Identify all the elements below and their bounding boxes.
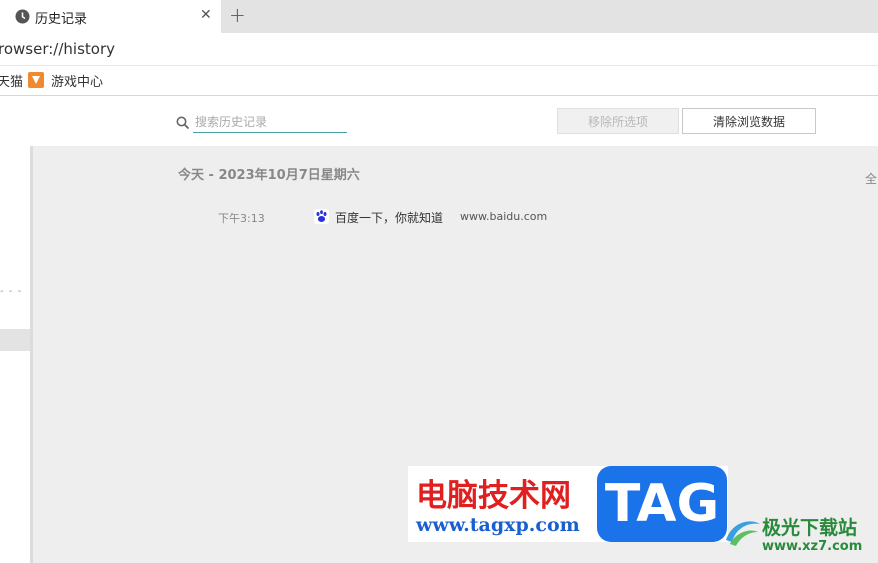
tab-history[interactable]: 历史记录 ✕ bbox=[0, 0, 221, 33]
watermark-tag-logo: TAG bbox=[597, 466, 727, 542]
visit-time: 下午3:13 bbox=[218, 212, 265, 225]
baidu-paw-icon bbox=[314, 209, 329, 224]
bookmark-tmall[interactable]: 天猫 bbox=[0, 71, 23, 90]
sidebar-selected-item[interactable] bbox=[0, 329, 30, 351]
address-url[interactable]: rowser://history bbox=[0, 40, 115, 58]
date-header: 今天 - 2023年10月7日星期六 bbox=[178, 168, 360, 183]
history-page-url: www.baidu.com bbox=[460, 210, 548, 223]
clear-browsing-data-button[interactable]: 清除浏览数据 bbox=[682, 108, 816, 134]
bookmarks-bar: 天猫 游戏中心 bbox=[0, 66, 878, 96]
watermark-brand-url: www.tagxp.com bbox=[416, 514, 580, 536]
watermark-brand-cn: 电脑技术网 bbox=[416, 478, 571, 514]
select-all-link[interactable]: 全 bbox=[865, 170, 877, 187]
tab-close-icon[interactable]: ✕ bbox=[200, 7, 212, 23]
history-row[interactable]: 下午3:13 百度一下，你就知道 www.baidu.com bbox=[183, 204, 783, 228]
remove-selected-button[interactable]: 移除所选项 bbox=[557, 108, 679, 134]
tab-title: 历史记录 bbox=[35, 12, 88, 27]
watermark-tagxp: 电脑技术网 www.tagxp.com TAG bbox=[408, 466, 728, 542]
tab-bar: 历史记录 ✕ + bbox=[0, 0, 878, 33]
new-tab-button[interactable]: + bbox=[229, 3, 246, 27]
sidebar: - - - bbox=[0, 146, 30, 563]
history-toolbar: 移除所选项 清除浏览数据 bbox=[0, 96, 878, 146]
search-icon bbox=[176, 115, 190, 130]
clock-icon bbox=[15, 9, 30, 24]
bookmark-game-center[interactable]: 游戏中心 bbox=[51, 71, 103, 90]
sidebar-dots: - - - bbox=[0, 286, 23, 297]
watermark-xz7: 极光下载站 www.xz7.com bbox=[720, 505, 878, 560]
watermark-site2-url: www.xz7.com bbox=[762, 539, 863, 554]
aurora-logo-icon bbox=[722, 510, 764, 552]
game-center-icon bbox=[28, 72, 44, 88]
search-history-input[interactable] bbox=[193, 112, 347, 133]
history-page-title[interactable]: 百度一下，你就知道 bbox=[335, 209, 443, 226]
address-bar[interactable]: rowser://history bbox=[0, 33, 878, 66]
watermark-site2-cn: 极光下载站 bbox=[762, 517, 858, 539]
